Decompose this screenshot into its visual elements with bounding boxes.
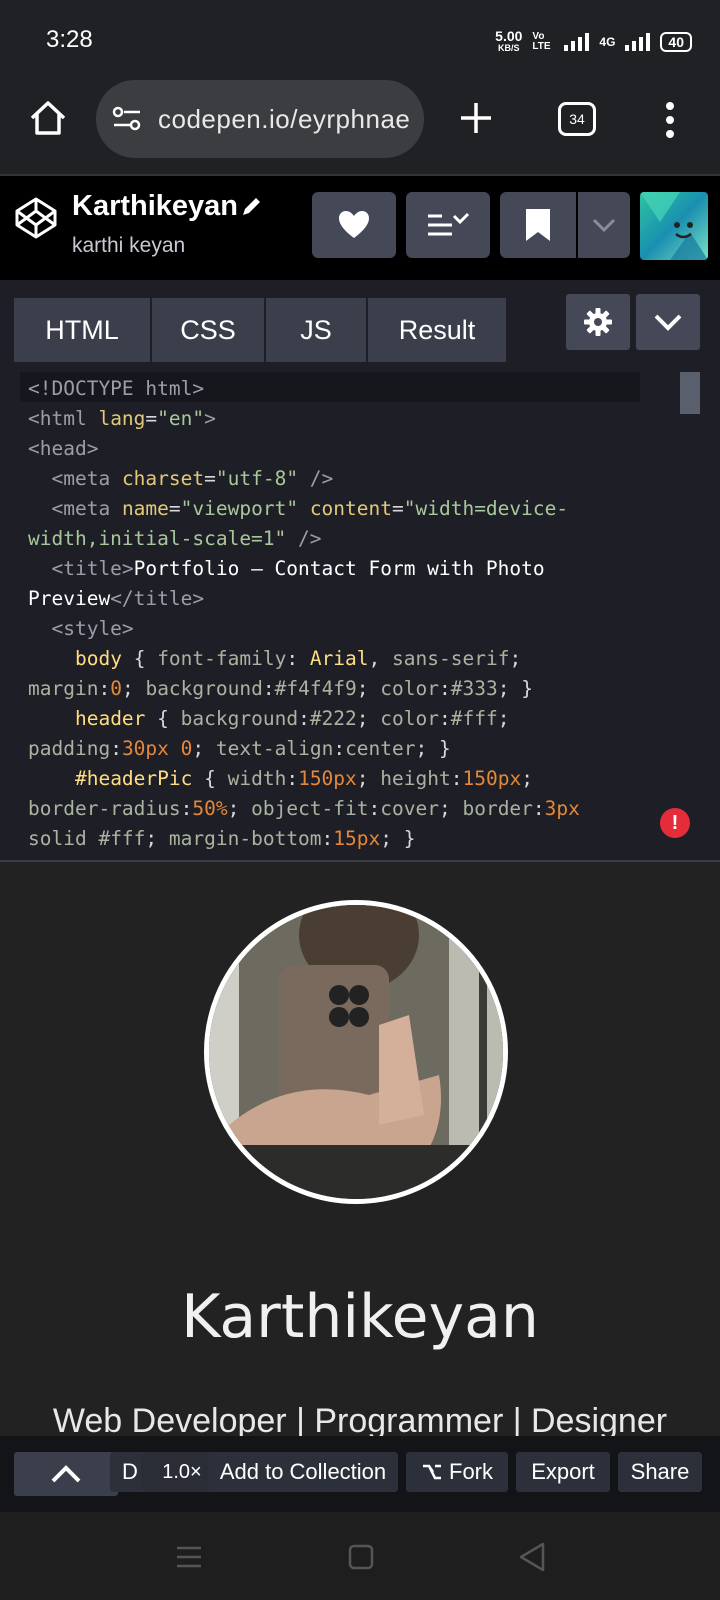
home-square-icon[interactable] — [348, 1544, 374, 1570]
signal-2-icon — [625, 33, 651, 51]
layout-button[interactable] — [406, 192, 490, 258]
plus-icon[interactable] — [456, 98, 496, 138]
tab-css[interactable]: CSS — [152, 298, 264, 362]
settings-button[interactable] — [566, 294, 630, 350]
more-vertical-icon[interactable] — [660, 100, 680, 140]
result-name: Karthikeyan — [181, 1282, 539, 1352]
fork-label: Fork — [449, 1459, 493, 1484]
tune-icon[interactable] — [112, 106, 142, 132]
avatar[interactable] — [640, 192, 708, 260]
export-button[interactable]: Export — [516, 1452, 610, 1492]
volte-label: Vo LTE — [532, 31, 551, 52]
browser-toolbar: codepen.io/eyrphnae 34 — [0, 80, 720, 174]
editor-tab-row: HTML CSS JS Result — [0, 280, 720, 362]
bookmark-icon — [526, 209, 550, 241]
profile-photo — [204, 900, 508, 1204]
codepen-logo-icon[interactable] — [14, 196, 58, 240]
status-indicators: 5.00 KB/S Vo LTE 4G 40 — [495, 29, 692, 54]
tab-html[interactable]: HTML — [14, 298, 150, 362]
home-icon[interactable] — [28, 98, 68, 138]
result-role: Web Developer | Programmer | Designer — [52, 1402, 668, 1436]
tab-switcher-button[interactable]: 34 — [558, 102, 596, 136]
heart-icon — [339, 211, 369, 238]
recent-apps-icon[interactable] — [176, 1544, 202, 1570]
pen-header: Karthikeyan karthi keyan — [0, 174, 720, 284]
collapse-console-button[interactable] — [14, 1452, 118, 1496]
error-icon[interactable]: ! — [660, 808, 690, 838]
share-button[interactable]: Share — [618, 1452, 702, 1492]
chevron-up-icon — [51, 1465, 81, 1483]
network-type: 4G — [599, 35, 616, 49]
url-text[interactable]: codepen.io/eyrphnae — [158, 104, 410, 135]
editor-options-button[interactable] — [636, 294, 700, 350]
layout-menu-icon — [428, 212, 470, 236]
gear-icon — [584, 308, 612, 336]
back-triangle-icon[interactable] — [518, 1542, 546, 1572]
bookmark-dropdown-button[interactable] — [578, 192, 630, 258]
pen-author[interactable]: karthi keyan — [72, 234, 185, 258]
editor-scrollbar[interactable] — [680, 372, 700, 414]
chevron-down-icon — [592, 218, 616, 232]
add-to-collection-button[interactable]: Add to Collection — [208, 1452, 398, 1492]
signal-icon — [564, 33, 590, 51]
html-code-editor[interactable]: <!DOCTYPE html> <html lang="en"> <head> … — [0, 362, 720, 862]
fork-button[interactable]: Fork — [406, 1452, 508, 1492]
like-button[interactable] — [312, 192, 396, 258]
code-content[interactable]: <!DOCTYPE html> <html lang="en"> <head> … — [28, 374, 580, 854]
system-nav-bar — [0, 1512, 720, 1600]
battery-indicator: 40 — [660, 32, 692, 52]
fork-icon — [423, 1464, 441, 1480]
result-preview: Karthikeyan Web Developer | Programmer |… — [0, 862, 720, 1436]
tab-js[interactable]: JS — [266, 298, 366, 362]
pen-footer-bar: D 1.0× Add to Collection Fork Export Sha… — [0, 1436, 720, 1512]
tab-result[interactable]: Result — [368, 298, 506, 362]
status-time: 3:28 — [46, 26, 93, 53]
address-bar[interactable]: codepen.io/eyrphnae — [96, 80, 424, 158]
network-speed: 5.00 KB/S — [495, 29, 522, 54]
speed-unit: KB/S — [498, 43, 520, 53]
pen-title[interactable]: Karthikeyan — [72, 190, 238, 223]
pencil-icon[interactable] — [240, 194, 264, 218]
chevron-down-icon — [654, 314, 682, 331]
bookmark-button[interactable] — [500, 192, 576, 258]
status-bar: 3:28 5.00 KB/S Vo LTE 4G 40 — [0, 0, 720, 80]
